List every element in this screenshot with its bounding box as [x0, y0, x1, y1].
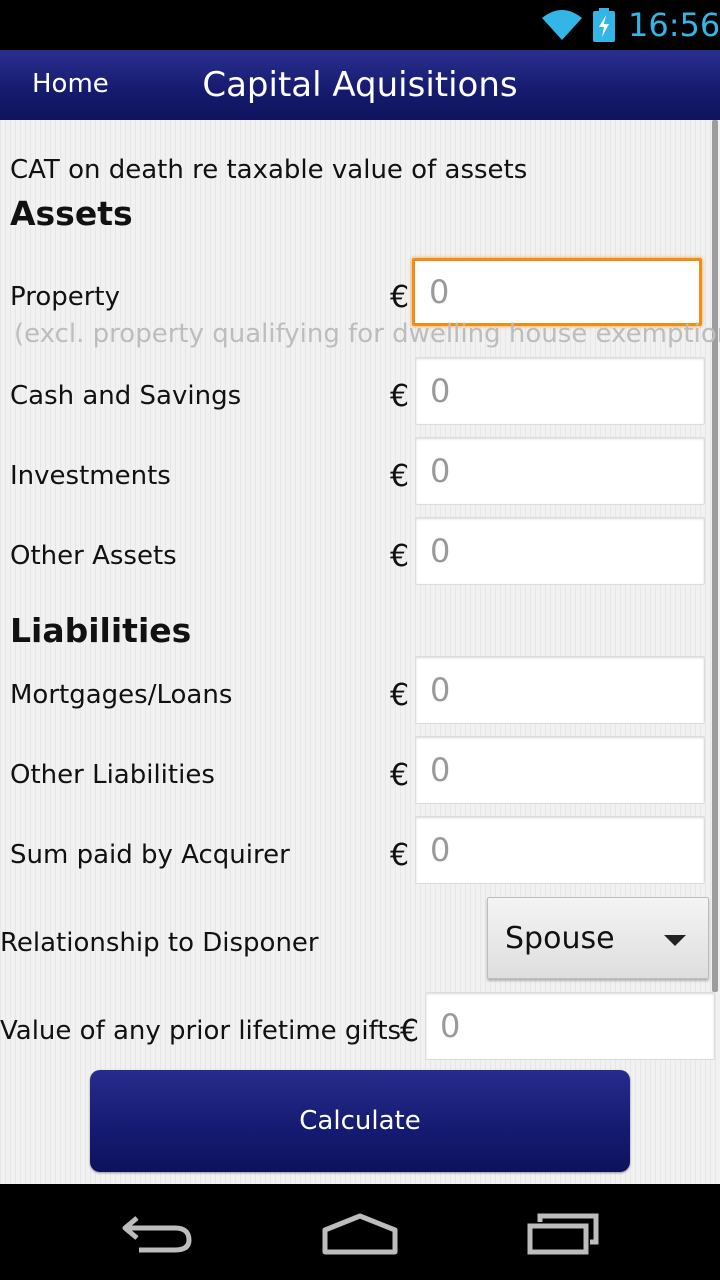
status-bar: 16:56 — [0, 0, 720, 50]
relationship-selected: Spouse — [505, 921, 615, 956]
currency-symbol: € — [390, 539, 410, 574]
prior-gifts-input[interactable] — [425, 992, 715, 1060]
cash-savings-label: Cash and Savings — [10, 381, 242, 411]
property-hint: (excl. property qualifying for dwelling … — [14, 319, 720, 349]
other-liabilities-label: Other Liabilities — [10, 760, 215, 790]
page-title: Capital Aquisitions — [202, 65, 518, 105]
mortgages-loans-input[interactable] — [415, 656, 705, 724]
currency-symbol: € — [390, 838, 410, 873]
scrollbar[interactable] — [712, 120, 718, 992]
relationship-label: Relationship to Disponer — [0, 928, 319, 958]
clock: 16:56 — [628, 6, 720, 44]
form-content[interactable]: CAT on death re taxable value of assets … — [0, 120, 720, 1184]
back-icon[interactable] — [115, 1204, 205, 1260]
prior-gifts-label: Value of any prior lifetime gifts — [0, 1016, 402, 1046]
assets-heading: Assets — [10, 194, 133, 233]
liabilities-heading: Liabilities — [10, 611, 192, 650]
other-assets-label: Other Assets — [10, 541, 177, 571]
form-subtitle: CAT on death re taxable value of assets — [10, 155, 528, 185]
currency-symbol: € — [390, 758, 410, 793]
investments-label: Investments — [10, 461, 171, 491]
sum-paid-input[interactable] — [415, 816, 705, 884]
battery-charging-icon — [593, 8, 615, 42]
other-assets-input[interactable] — [415, 517, 705, 585]
chevron-down-icon — [664, 935, 686, 946]
currency-symbol: € — [390, 678, 410, 713]
currency-symbol: € — [390, 459, 410, 494]
currency-symbol: € — [390, 379, 410, 414]
action-bar: Home Capital Aquisitions — [0, 50, 720, 120]
sum-paid-label: Sum paid by Acquirer — [10, 840, 290, 870]
recent-apps-icon[interactable] — [518, 1204, 608, 1260]
investments-input[interactable] — [415, 437, 705, 505]
currency-symbol: € — [390, 280, 410, 315]
other-liabilities-input[interactable] — [415, 736, 705, 804]
navigation-bar — [0, 1184, 720, 1280]
mortgages-loans-label: Mortgages/Loans — [10, 680, 233, 710]
currency-symbol: € — [400, 1014, 420, 1049]
calculate-button[interactable]: Calculate — [90, 1070, 630, 1172]
cash-savings-input[interactable] — [415, 357, 705, 425]
property-label: Property — [10, 282, 121, 312]
wifi-icon — [542, 10, 582, 40]
property-input[interactable] — [412, 258, 702, 326]
relationship-dropdown[interactable]: Spouse — [487, 897, 709, 979]
home-icon[interactable] — [315, 1204, 405, 1260]
